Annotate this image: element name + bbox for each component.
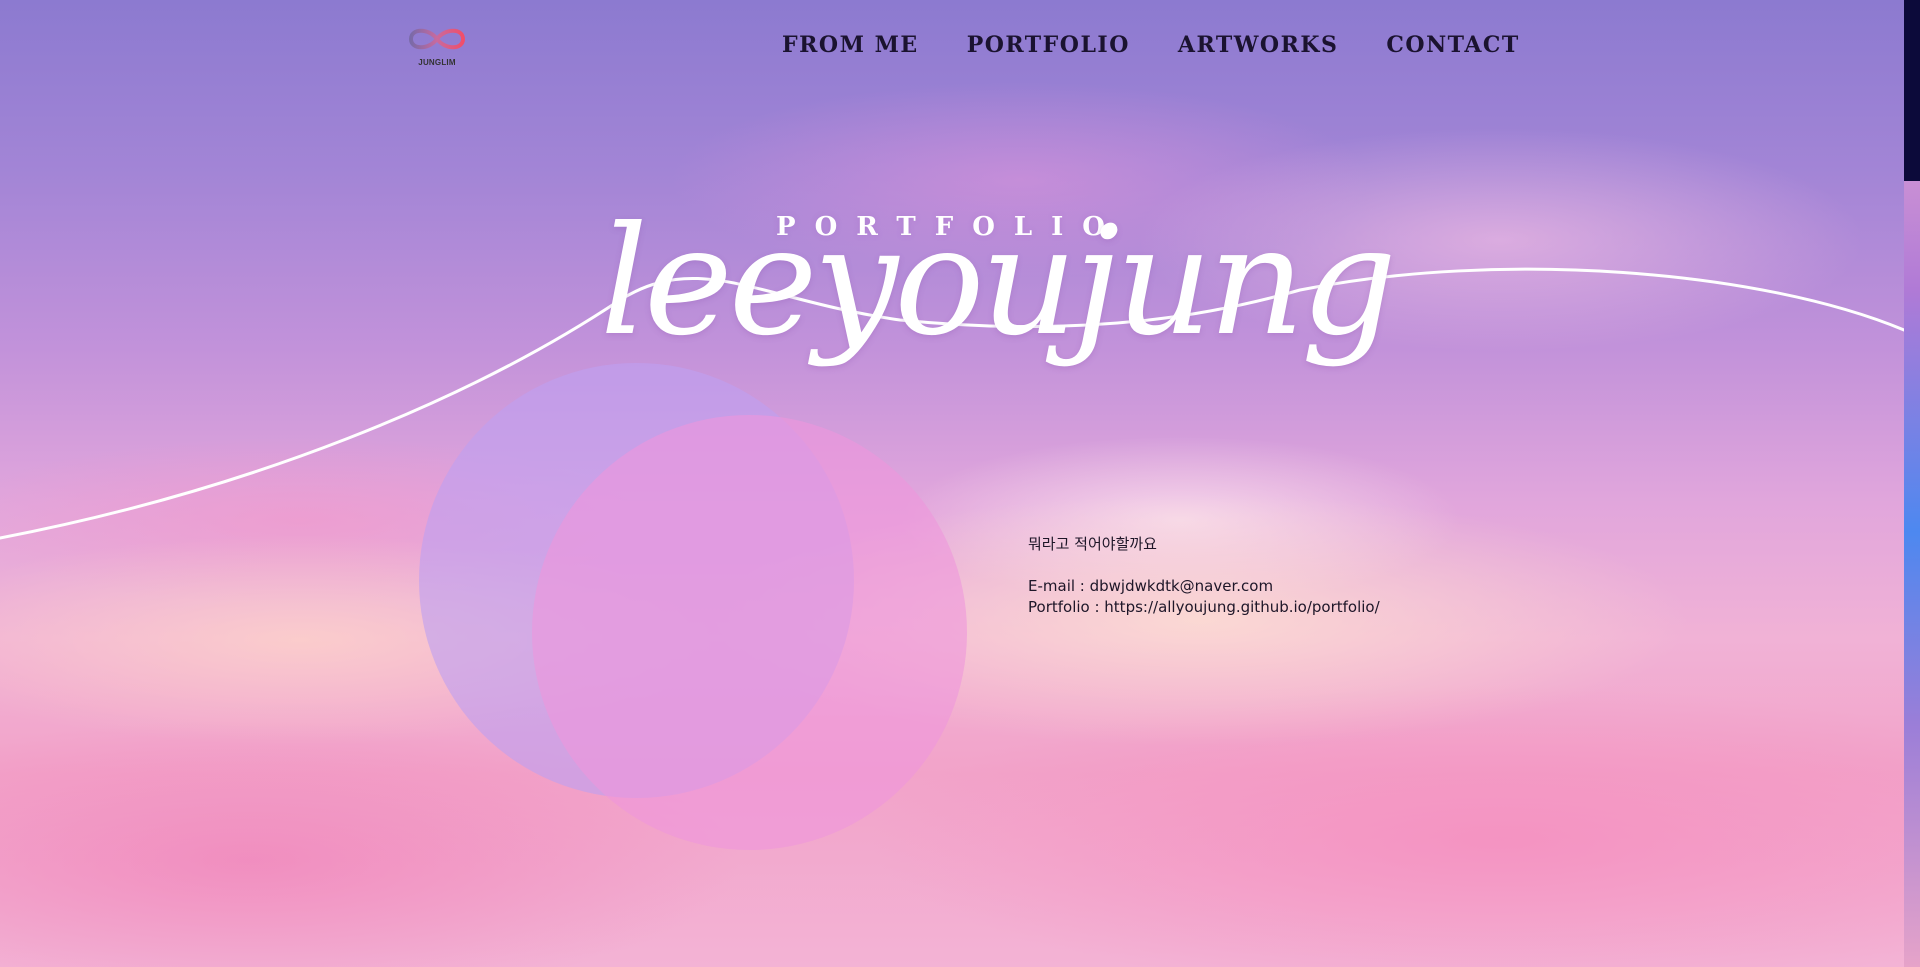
nav-contact[interactable]: CONTACT <box>1386 32 1519 58</box>
sky-background: PORTFOLIO leeyoujung 뭐라고 적어야할까요 E-mail :… <box>0 0 1904 967</box>
intro-text: 뭐라고 적어야할까요 <box>1028 535 1157 553</box>
nav-links: FROM ME PORTFOLIO ARTWORKS CONTACT <box>782 32 1520 58</box>
nav-portfolio[interactable]: PORTFOLIO <box>967 32 1130 58</box>
site-logo[interactable]: JUNGLIM <box>402 22 472 72</box>
contact-info: 뭐라고 적어야할까요 E-mail : dbwjdwkdtk@naver.com… <box>1028 534 1380 618</box>
hero-title: leeyoujung <box>600 195 1397 369</box>
email-line[interactable]: E-mail : dbwjdwkdtk@naver.com <box>1028 576 1380 597</box>
nav-from-me[interactable]: FROM ME <box>782 32 919 58</box>
infinity-logo-icon <box>408 28 466 50</box>
decorative-circle-pink <box>532 415 967 850</box>
scrollbar-thumb[interactable] <box>1904 0 1920 181</box>
vertical-scrollbar[interactable] <box>1904 0 1920 967</box>
decorative-swoosh-line <box>0 267 1904 540</box>
nav-artworks[interactable]: ARTWORKS <box>1178 32 1339 58</box>
portfolio-link-line[interactable]: Portfolio : https://allyoujung.github.io… <box>1028 597 1380 618</box>
logo-text: JUNGLIM <box>418 58 456 67</box>
top-navigation: JUNGLIM FROM ME PORTFOLIO ARTWORKS CONTA… <box>0 0 1904 96</box>
